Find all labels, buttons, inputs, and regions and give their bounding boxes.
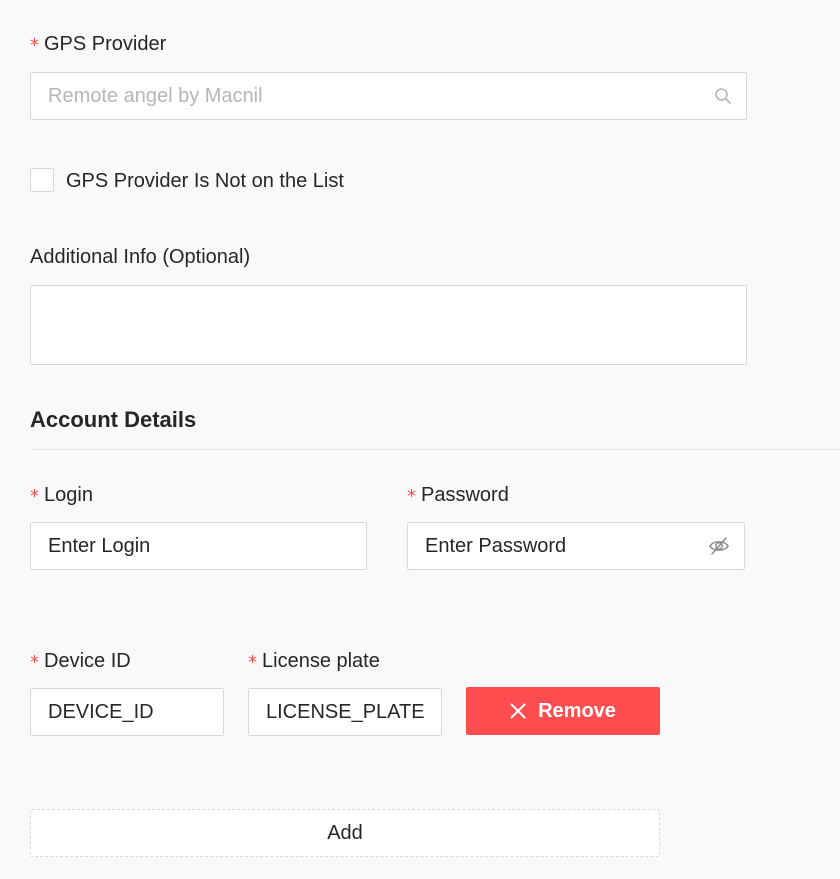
password-label-text: Password [421,484,509,506]
remove-button-label: Remove [538,699,616,722]
password-label: * Password [407,483,509,508]
gps-provider-label-text: GPS Provider [44,33,167,55]
required-mark: * [30,652,39,673]
login-value: Enter Login [48,534,151,557]
additional-info-textarea[interactable] [30,285,747,365]
login-label-text: Login [44,484,93,506]
license-plate-label-text: License plate [262,650,380,672]
section-divider [30,449,840,450]
password-input[interactable]: Enter Password [407,522,745,570]
license-plate-input[interactable]: LICENSE_PLATE [248,688,442,736]
add-button-label: Add [327,821,363,844]
license-plate-value: LICENSE_PLATE [266,700,425,723]
not-on-list-label[interactable]: GPS Provider Is Not on the List [66,169,344,193]
password-value: Enter Password [425,534,567,557]
remove-button[interactable]: Remove [466,687,660,735]
gps-provider-placeholder: Remote angel by Macnil [48,84,263,107]
license-plate-label: * License plate [248,649,380,674]
required-mark: * [30,486,39,507]
login-input[interactable]: Enter Login [30,522,367,570]
eye-slash-icon[interactable] [708,536,730,556]
required-mark: * [30,35,39,56]
device-id-input[interactable]: DEVICE_ID [30,688,224,736]
search-icon [714,87,732,105]
add-button[interactable]: Add [30,809,660,857]
additional-info-label: Additional Info (Optional) [30,246,251,268]
login-label: * Login [30,483,93,508]
required-mark: * [407,486,416,507]
not-on-list-checkbox[interactable] [30,168,54,192]
gps-provider-label: * GPS Provider [30,32,166,57]
gps-provider-search-input[interactable]: Remote angel by Macnil [30,72,747,120]
account-details-title: Account Details [30,407,197,432]
device-id-value: DEVICE_ID [48,700,154,723]
close-icon [510,703,526,719]
device-id-label: * Device ID [30,649,131,674]
required-mark: * [248,652,257,673]
device-id-label-text: Device ID [44,650,131,672]
